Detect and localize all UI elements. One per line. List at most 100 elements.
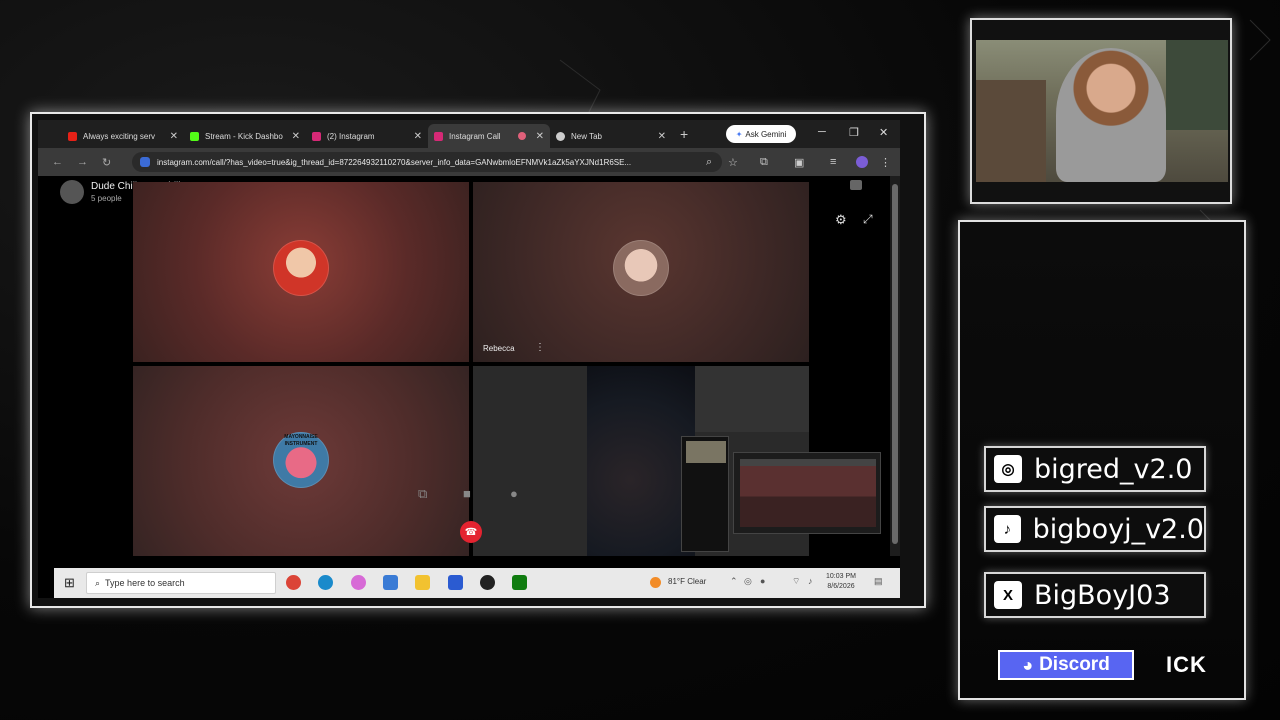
- tray-network-icon[interactable]: ⌔: [792, 576, 800, 587]
- close-tab-icon[interactable]: ✕: [170, 131, 178, 142]
- webcam-person: [1056, 48, 1166, 182]
- microphone-icon[interactable]: ●: [510, 486, 518, 501]
- back-icon[interactable]: ←: [52, 156, 63, 168]
- taskbar-search[interactable]: ⌕ Type here to search: [86, 572, 276, 594]
- sparkle-icon: ✦: [735, 129, 743, 139]
- chrome-icon: [556, 131, 565, 141]
- chrome-icon[interactable]: [286, 575, 301, 590]
- ask-gemini-button[interactable]: ✦ Ask Gemini: [726, 125, 796, 143]
- new-tab-button[interactable]: +: [680, 126, 688, 142]
- webcam-feed: [976, 40, 1228, 182]
- search-placeholder: Type here to search: [105, 578, 185, 588]
- fullscreen-icon[interactable]: ⤢: [863, 212, 873, 227]
- windows-start-icon[interactable]: ⊞: [64, 575, 75, 591]
- tray-chevron-icon[interactable]: ⌃: [730, 576, 738, 587]
- forward-icon[interactable]: →: [77, 156, 88, 168]
- participant-more-icon[interactable]: ⋮: [535, 342, 545, 353]
- reload-icon[interactable]: ↻: [102, 156, 111, 169]
- instagram-icon: [312, 131, 321, 141]
- call-page: Dude Chill Just Chill 5 people ⚙ ⤢ Rebec…: [38, 176, 900, 556]
- shared-screen-preview: [587, 366, 695, 556]
- kick-icon: [190, 131, 199, 141]
- scrollbar-thumb[interactable]: [892, 184, 898, 544]
- edge-icon[interactable]: [318, 575, 333, 590]
- participant-avatar: [613, 240, 669, 296]
- tray-volume-icon[interactable]: ♪: [808, 576, 813, 586]
- social-instagram: ◎ bigred_v2.0: [984, 446, 1206, 492]
- participant-avatar: [273, 240, 329, 296]
- mail-icon[interactable]: [383, 575, 398, 590]
- group-avatar: [60, 180, 84, 204]
- participant-name: Rebecca: [483, 344, 515, 353]
- youtube-icon: [68, 131, 77, 141]
- social-x: X BigBoyJ03: [984, 572, 1206, 618]
- settings-gear-icon[interactable]: ⚙: [835, 212, 847, 228]
- notification-icon[interactable]: ▤: [874, 576, 883, 587]
- social-tiktok: ♪ bigboyj_v2.0: [984, 506, 1206, 552]
- taskbar-preview-small[interactable]: [681, 436, 729, 552]
- address-bar-row: ← → ↻ instagram.com/call/?has_video=true…: [38, 148, 900, 176]
- close-tab-icon[interactable]: ✕: [658, 131, 666, 142]
- copilot-icon[interactable]: [351, 575, 366, 590]
- taskbar-preview-large[interactable]: [733, 452, 881, 534]
- tab-label: New Tab: [571, 131, 602, 141]
- tab-label: Always exciting serv: [83, 131, 156, 141]
- tab-kick[interactable]: Stream - Kick Dashbo ✕: [184, 124, 306, 148]
- tray-mic-icon[interactable]: ●: [760, 576, 765, 586]
- windows-taskbar: ⊞ ⌕ Type here to search 81°F Clear ⌃ ◎ ●…: [54, 568, 900, 598]
- tab-new-tab[interactable]: New Tab ✕: [550, 124, 672, 148]
- discord-badge: ◕ Discord: [998, 650, 1134, 680]
- screen-share-side-panel: [695, 366, 809, 432]
- site-info-icon[interactable]: [140, 157, 150, 167]
- taskbar-clock[interactable]: 10:03 PM 8/6/2026: [826, 572, 856, 592]
- instagram-icon: ◎: [994, 455, 1022, 483]
- url-text: instagram.com/call/?has_video=true&ig_th…: [157, 157, 632, 167]
- page-scrollbar[interactable]: [890, 176, 900, 556]
- extensions-icon[interactable]: ⧉: [760, 156, 768, 169]
- tab-label: (2) Instagram: [327, 131, 375, 141]
- discord-label: Discord: [1039, 654, 1110, 675]
- close-tab-icon[interactable]: ✕: [292, 131, 300, 142]
- clock-time: 10:03 PM: [826, 573, 856, 580]
- close-window-icon[interactable]: ✕: [879, 126, 888, 139]
- media-icon[interactable]: ≡: [830, 156, 836, 168]
- stream-overlay: Always exciting serv ✕ Stream - Kick Das…: [0, 0, 1280, 720]
- tab-instagram-call[interactable]: Instagram Call ✕: [428, 124, 550, 148]
- webcam-window: [1166, 40, 1228, 130]
- search-icon: ⌕: [95, 577, 101, 588]
- tab-instagram[interactable]: (2) Instagram ✕: [306, 124, 428, 148]
- restore-icon[interactable]: ❐: [849, 126, 859, 139]
- more-menu-icon[interactable]: ⋮: [880, 156, 891, 169]
- profile-icon[interactable]: [856, 156, 868, 168]
- end-call-button[interactable]: ☎: [460, 521, 482, 543]
- obs-icon[interactable]: [480, 575, 495, 590]
- camera-icon[interactable]: ■: [463, 486, 471, 501]
- bookmark-star-icon[interactable]: ☆: [728, 156, 738, 169]
- participant-tile-1[interactable]: [133, 182, 469, 362]
- minimize-icon[interactable]: ─: [818, 126, 826, 138]
- file-explorer-icon[interactable]: [415, 575, 430, 590]
- tray-app-icon[interactable]: ◎: [744, 576, 752, 587]
- instagram-icon: [434, 131, 443, 141]
- weather-text[interactable]: 81°F Clear: [668, 577, 706, 586]
- discord-icon: ◕: [1022, 654, 1034, 675]
- recording-icon: [517, 132, 526, 140]
- participant-tile-rebecca[interactable]: Rebecca ⋮: [473, 182, 809, 362]
- store-icon[interactable]: [448, 575, 463, 590]
- minimize-call-icon[interactable]: [850, 180, 862, 190]
- sidepanel-icon[interactable]: ▣: [794, 156, 804, 169]
- address-bar[interactable]: instagram.com/call/?has_video=true&ig_th…: [132, 152, 722, 172]
- close-tab-icon[interactable]: ✕: [536, 131, 544, 142]
- instagram-handle: bigred_v2.0: [1034, 453, 1193, 485]
- ask-gemini-label: Ask Gemini: [745, 129, 787, 139]
- clock-date: 8/6/2026: [827, 583, 855, 590]
- participant-tile-3[interactable]: MAYONNAISE INSTRUMENT: [133, 366, 469, 556]
- share-screen-icon[interactable]: ⧉: [418, 486, 427, 502]
- tab-bar: Always exciting serv ✕ Stream - Kick Das…: [38, 120, 900, 148]
- close-tab-icon[interactable]: ✕: [414, 131, 422, 142]
- tab-youtube[interactable]: Always exciting serv ✕: [62, 124, 184, 148]
- tiktok-icon: ♪: [994, 515, 1021, 543]
- weather-icon: [650, 577, 661, 588]
- zoom-icon[interactable]: ⌕: [706, 156, 712, 169]
- xbox-icon[interactable]: [512, 575, 527, 590]
